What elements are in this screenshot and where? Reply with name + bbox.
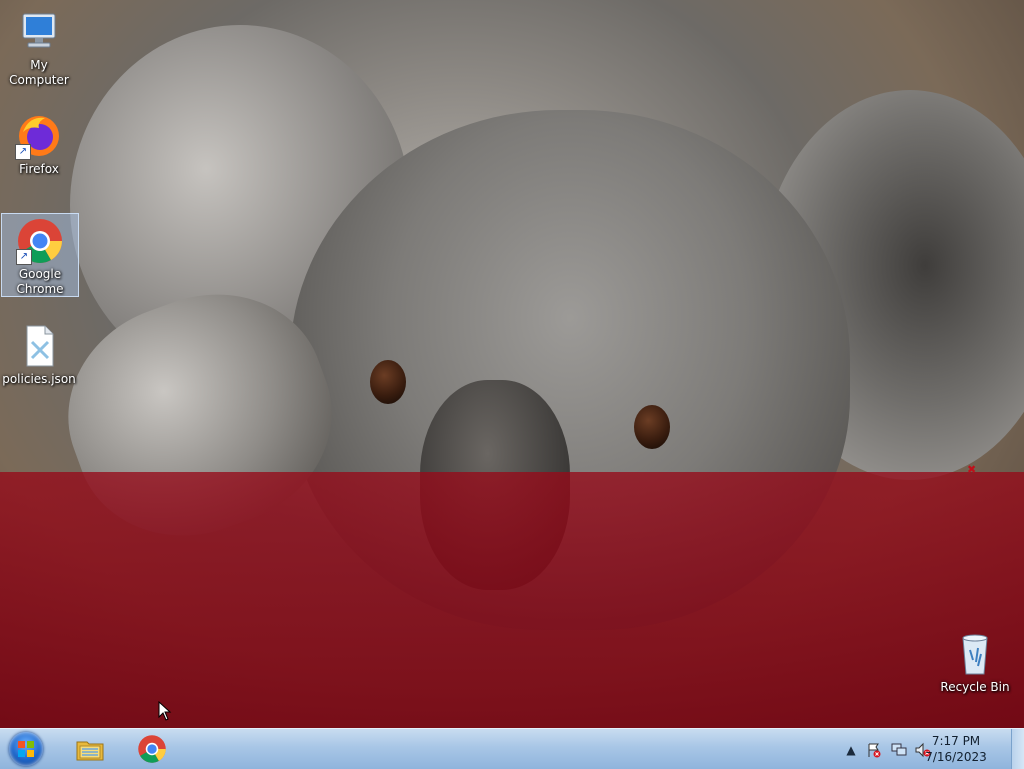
firefox-icon: ↗	[15, 112, 63, 160]
taskbar-chrome-button[interactable]	[124, 731, 180, 767]
show-hidden-icons-arrow[interactable]: ▲	[843, 742, 859, 758]
recycle-bin-icon	[951, 630, 999, 678]
wallpaper-koala-eye-right	[634, 405, 670, 449]
show-desktop-button[interactable]	[1011, 729, 1024, 769]
desktop-icon-label: Google Chrome	[16, 267, 64, 296]
start-button[interactable]	[4, 731, 48, 767]
shortcut-arrow-icon: ↗	[15, 144, 31, 160]
system-clock[interactable]: 7:17 PM 7/16/2023	[916, 733, 996, 765]
computer-icon	[15, 8, 63, 56]
clock-time: 7:17 PM	[931, 734, 981, 748]
folder-icon	[75, 734, 105, 764]
shortcut-arrow-icon: ↗	[16, 249, 32, 265]
desktop-icon-google-chrome[interactable]: ↗ Google Chrome	[1, 213, 79, 297]
chrome-icon	[137, 734, 167, 764]
desktop-icon-label: Recycle Bin	[940, 680, 1010, 694]
wallpaper-koala-eye-left	[370, 360, 406, 404]
desktop-wallpaper[interactable]: ✖ My Computer ↗ Firefox ↗ Google Chrome …	[0, 0, 1024, 728]
desktop-icon-my-computer[interactable]: My Computer	[1, 8, 77, 88]
desktop-icon-label: policies.json	[2, 372, 76, 386]
wallpaper-artifact-icon: ✖	[967, 463, 977, 476]
desktop-icon-label: Firefox	[19, 162, 59, 176]
desktop-icon-firefox[interactable]: ↗ Firefox	[1, 112, 77, 177]
json-file-icon	[15, 322, 63, 370]
wallpaper-red-overlay	[0, 472, 1024, 728]
desktop-icon-recycle-bin[interactable]: Recycle Bin	[937, 630, 1013, 695]
taskbar-file-explorer-button[interactable]	[62, 731, 118, 767]
desktop-icon-label: My Computer	[9, 58, 69, 87]
action-center-flag-icon[interactable]	[866, 742, 882, 758]
network-icon[interactable]	[891, 742, 907, 758]
taskbar: ▲ 7:17 PM 7/16/2023	[0, 728, 1024, 769]
clock-date: 7/16/2023	[925, 750, 987, 764]
windows-start-icon	[9, 732, 43, 766]
chrome-icon: ↗	[16, 217, 64, 265]
desktop-icon-policies-json[interactable]: policies.json	[1, 322, 77, 387]
mouse-cursor-icon	[158, 701, 172, 721]
